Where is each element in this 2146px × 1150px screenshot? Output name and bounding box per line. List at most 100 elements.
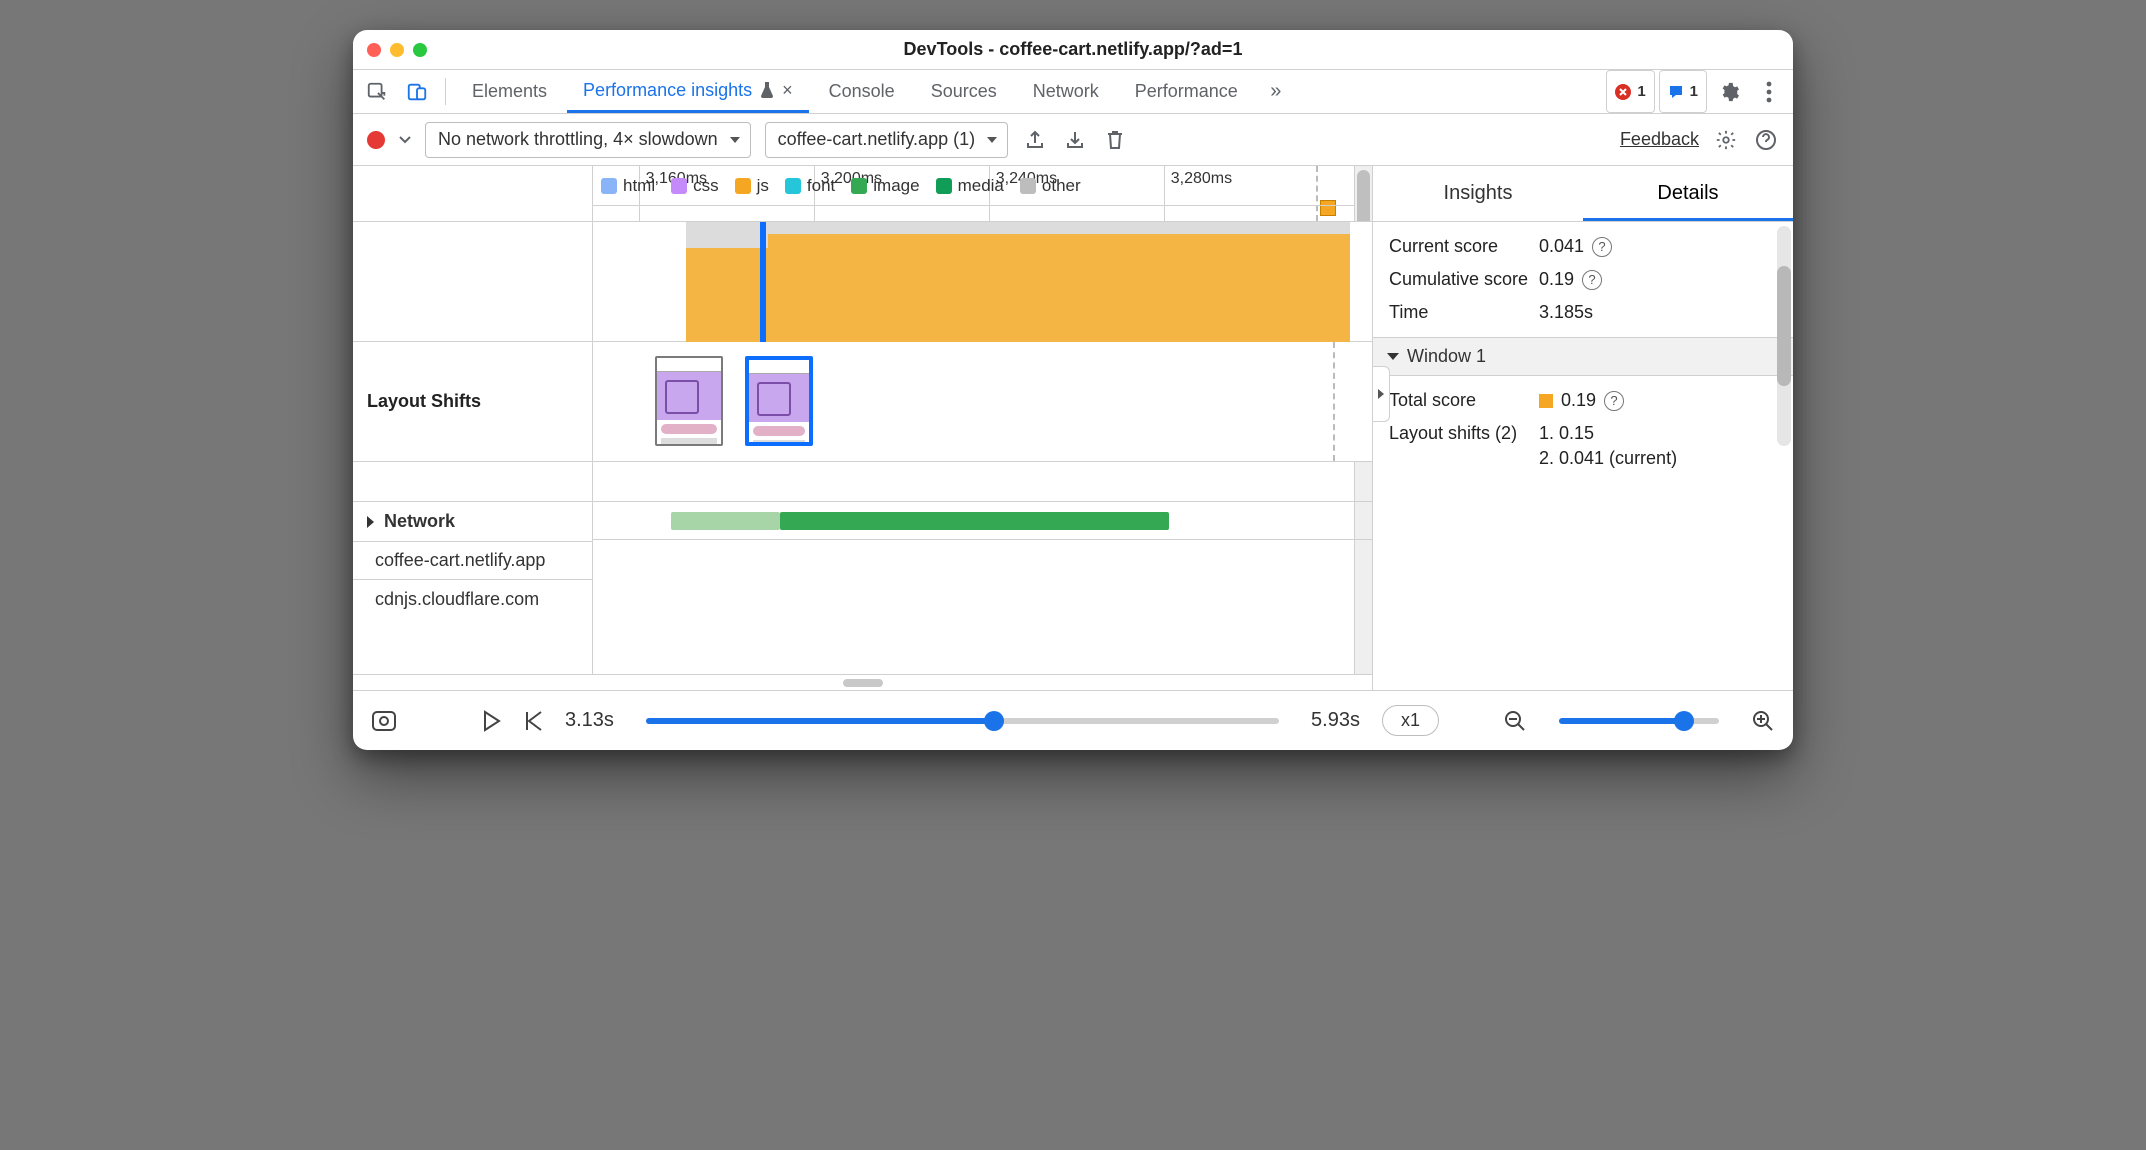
details-scrollbar[interactable] — [1777, 226, 1791, 446]
inspect-element-icon[interactable] — [359, 70, 395, 113]
device-toolbar-icon[interactable] — [399, 70, 435, 113]
help-icon[interactable]: ? — [1592, 237, 1612, 257]
playback-controls: 3.13s 5.93s x1 — [353, 690, 1793, 750]
legend-item: js — [735, 176, 769, 196]
details-tabs: Insights Details — [1373, 166, 1793, 222]
window-section: Total score 0.19? Layout shifts (2) 1. 0… — [1373, 376, 1793, 483]
delete-icon[interactable] — [1102, 127, 1128, 153]
error-icon — [1615, 84, 1631, 100]
tab-sources[interactable]: Sources — [915, 70, 1013, 113]
cumulative-score-label: Cumulative score — [1389, 269, 1529, 290]
close-window-button[interactable] — [367, 43, 381, 57]
window-section-header[interactable]: Window 1 — [1373, 337, 1793, 376]
expand-panel-button[interactable] — [1373, 366, 1390, 422]
ruler-header — [353, 166, 592, 222]
recording-select[interactable]: coffee-cart.netlify.app (1) — [765, 122, 1008, 158]
tracks[interactable]: 3,160ms 3,200ms 3,240ms 3,280ms — [593, 166, 1372, 674]
help-icon[interactable]: ? — [1604, 391, 1624, 411]
legend-item: image — [851, 176, 919, 196]
settings-gear-icon[interactable] — [1711, 70, 1747, 113]
legend-item: font — [785, 176, 835, 196]
play-button-icon[interactable] — [481, 710, 501, 732]
zoom-slider[interactable] — [1559, 718, 1719, 724]
tab-insights[interactable]: Insights — [1373, 166, 1583, 221]
playback-slider[interactable] — [646, 718, 1279, 724]
network-track — [593, 462, 1372, 502]
message-icon — [1668, 84, 1684, 100]
network-label: Network — [384, 511, 455, 532]
preview-toggle-icon[interactable] — [371, 710, 397, 732]
more-tabs-icon[interactable]: » — [1258, 70, 1294, 113]
shift-item-2[interactable]: 2. 0.041 (current) — [1539, 448, 1677, 469]
zoom-window-button[interactable] — [413, 43, 427, 57]
playback-speed-button[interactable]: x1 — [1382, 705, 1439, 736]
host-row-1[interactable]: cdnjs.cloudflare.com — [353, 580, 592, 618]
errors-badge[interactable]: 1 — [1606, 70, 1654, 113]
main-tabs: Elements Performance insights × Console … — [353, 70, 1793, 114]
playback-start-time: 3.13s — [565, 709, 614, 732]
details-panel: Insights Details Current score 0.041? Cu… — [1373, 166, 1793, 690]
tab-details[interactable]: Details — [1583, 166, 1793, 221]
activity-track[interactable] — [593, 222, 1372, 342]
host-track-0[interactable] — [593, 502, 1372, 540]
errors-count: 1 — [1637, 83, 1645, 100]
legend-item: html — [601, 176, 655, 196]
window-controls — [367, 43, 427, 57]
time-value: 3.185s — [1539, 302, 1593, 323]
record-options-chevron-icon[interactable] — [399, 136, 411, 144]
go-to-start-icon[interactable] — [523, 710, 543, 732]
score-section: Current score 0.041? Cumulative score 0.… — [1373, 222, 1793, 337]
layout-shift-thumbnail-1[interactable] — [655, 356, 723, 446]
zoom-in-icon[interactable] — [1751, 709, 1775, 733]
record-button[interactable] — [367, 131, 385, 149]
collapse-triangle-icon — [1387, 353, 1399, 360]
network-legend: htmlcssjsfont image media other — [593, 166, 1354, 206]
close-tab-icon[interactable]: × — [782, 80, 793, 101]
window-title: DevTools - coffee-cart.netlify.app/?ad=1 — [353, 39, 1793, 60]
playback-end-time: 5.93s — [1311, 709, 1360, 732]
tab-performance-insights[interactable]: Performance insights × — [567, 70, 809, 113]
minimize-window-button[interactable] — [390, 43, 404, 57]
horizontal-scrollbar[interactable] — [353, 674, 1372, 690]
row-headers: Layout Shifts Network coffee-cart.netlif… — [353, 166, 593, 674]
layout-shifts-track[interactable] — [593, 342, 1372, 462]
tab-performance[interactable]: Performance — [1119, 70, 1254, 113]
host-track-1[interactable] — [593, 540, 1372, 578]
shift-item-1[interactable]: 1. 0.15 — [1539, 423, 1594, 444]
import-icon[interactable] — [1062, 127, 1088, 153]
kebab-menu-icon[interactable] — [1751, 70, 1787, 113]
export-icon[interactable] — [1022, 127, 1048, 153]
messages-badge[interactable]: 1 — [1659, 70, 1707, 113]
panel-settings-gear-icon[interactable] — [1713, 127, 1739, 153]
host-row-0[interactable]: coffee-cart.netlify.app — [353, 542, 592, 580]
throttling-select[interactable]: No network throttling, 4× slowdown — [425, 122, 751, 158]
flame-header — [353, 222, 592, 342]
network-header[interactable]: Network — [353, 502, 592, 542]
help-icon[interactable]: ? — [1582, 270, 1602, 290]
current-time-marker — [760, 222, 766, 342]
layout-shift-thumbnail-2[interactable] — [745, 356, 813, 446]
layout-shifts-label: Layout shifts (2) — [1389, 423, 1529, 444]
insights-toolbar: No network throttling, 4× slowdown coffe… — [353, 114, 1793, 166]
legend-item: media — [936, 176, 1004, 196]
current-score-label: Current score — [1389, 236, 1529, 257]
legend-header — [353, 462, 592, 502]
tab-network[interactable]: Network — [1017, 70, 1115, 113]
throttling-value: No network throttling, 4× slowdown — [438, 129, 718, 150]
feedback-link[interactable]: Feedback — [1620, 129, 1699, 150]
score-color-swatch — [1539, 394, 1553, 408]
legend-item: css — [671, 176, 719, 196]
messages-count: 1 — [1690, 83, 1698, 100]
help-icon[interactable] — [1753, 127, 1779, 153]
total-score-label: Total score — [1389, 390, 1529, 411]
tab-console[interactable]: Console — [813, 70, 911, 113]
cumulative-score-value: 0.19 — [1539, 269, 1574, 290]
titlebar: DevTools - coffee-cart.netlify.app/?ad=1 — [353, 30, 1793, 70]
tab-elements[interactable]: Elements — [456, 70, 563, 113]
layout-shifts-header: Layout Shifts — [353, 342, 592, 462]
time-label: Time — [1389, 302, 1529, 323]
total-score-value: 0.19 — [1561, 390, 1596, 411]
legend-item: other — [1020, 176, 1081, 196]
zoom-out-icon[interactable] — [1503, 709, 1527, 733]
flask-icon — [760, 82, 774, 98]
